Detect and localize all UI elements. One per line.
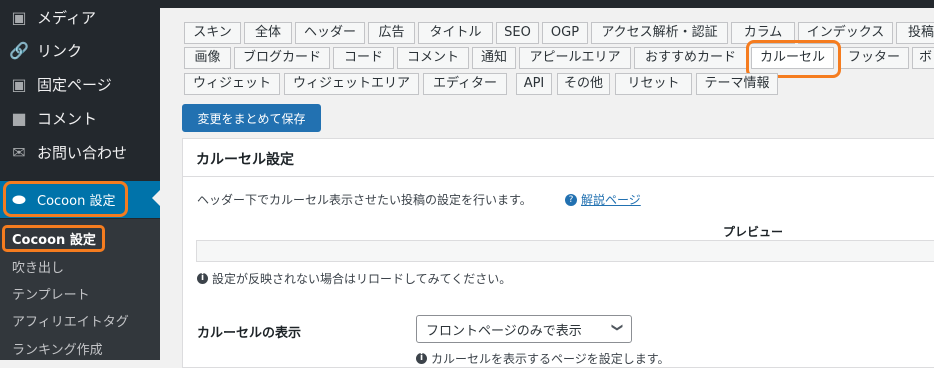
admin-sidebar: ▣ メディア 🔗 リンク ▣ 固定ページ ■ コメント ✉ お問い合わせ ⬬ C… [0,0,160,360]
tab-other[interactable]: その他 [557,73,610,95]
tab-widget-area[interactable]: ウィジェットエリア [284,73,419,95]
tab-reset[interactable]: リセット [615,73,692,95]
menu-cocoon-settings[interactable]: ⬬ Cocoon 設定 [0,181,160,218]
tab-code[interactable]: コード [333,47,394,69]
admin-top-strip [160,0,934,8]
tab-widget[interactable]: ウィジェット [184,73,280,95]
select-value: フロントページのみで表示 [426,323,582,339]
reload-note: i 設定が反映されない場合はリロードしてみてください。 [197,270,511,287]
tab-comment[interactable]: コメント [397,47,469,69]
tab-ads[interactable]: 広告 [368,22,415,44]
menu-label: コメント [37,109,98,128]
tab-skin[interactable]: スキン [184,22,241,44]
menu-contact[interactable]: ✉ お問い合わせ [0,135,160,169]
help-page-link[interactable]: ? 解説ページ [565,191,641,208]
tab-general[interactable]: 全体 [244,22,292,44]
tab-recommend-card[interactable]: おすすめカード [634,47,747,69]
tab-theme-info[interactable]: テーマ情報 [696,73,778,95]
menu-label: お問い合わせ [37,143,128,162]
tab-index[interactable]: インデックス [798,22,893,44]
submenu-cocoon-settings[interactable]: Cocoon 設定 [12,229,96,248]
tab-seo[interactable]: SEO [496,22,539,44]
menu-label: Cocoon 設定 [37,194,116,209]
tab-partial[interactable]: ボ [912,47,934,69]
tab-analytics[interactable]: アクセス解析・認証 [591,22,728,44]
tab-appeal-area[interactable]: アピールエリア [519,47,631,69]
menu-comments[interactable]: ■ コメント [0,101,160,135]
tab-blogcard[interactable]: ブログカード [234,47,330,69]
tab-carousel[interactable]: カルーセル [751,47,834,69]
tab-api[interactable]: API [516,73,552,95]
tab-ogp[interactable]: OGP [542,22,588,44]
display-note: i カルーセルを表示するページを設定します。 [416,350,670,367]
help-link-label: 解説ページ [581,193,641,207]
panel-title: カルーセル設定 [196,152,294,168]
cocoon-submenu: Cocoon 設定 吹き出し テンプレート アフィリエイトタグ ランキング作成 [0,219,160,360]
menu-label: 固定ページ [37,75,112,94]
question-circle-icon: ? [565,193,577,206]
info-icon: i [197,273,208,284]
mail-icon: ✉ [12,142,26,162]
display-note-text: カルーセルを表示するページを設定します。 [431,352,670,366]
carousel-display-select[interactable]: フロントページのみで表示 ❯ [416,315,632,343]
preview-label: プレビュー [723,225,784,239]
menu-label: リンク [37,41,83,60]
tab-header[interactable]: ヘッダー [295,22,365,44]
tab-column[interactable]: カラム [731,22,795,44]
save-all-button[interactable]: 変更をまとめて保存 [182,104,321,132]
preview-box [196,240,934,262]
reload-note-text: 設定が反映されない場合はリロードしてみてください。 [212,272,512,286]
tab-title[interactable]: タイトル [418,22,493,44]
tab-post[interactable]: 投稿 [896,22,934,44]
carousel-display-label: カルーセルの表示 [197,326,302,341]
submenu-affiliate-tag[interactable]: アフィリエイトタグ [12,311,129,330]
submenu-template[interactable]: テンプレート [12,284,90,303]
info-icon: i [416,353,427,364]
link-icon: 🔗 [9,40,29,60]
carousel-settings-panel: カルーセル設定 ヘッダー下でカルーセル表示させたい投稿の設定を行います。 ? 解… [182,138,934,368]
menu-pages[interactable]: ▣ 固定ページ [0,67,160,101]
menu-label: メディア [37,8,96,27]
comment-icon: ■ [11,108,27,128]
panel-description: ヘッダー下でカルーセル表示させたい投稿の設定を行います。 [197,193,532,207]
submenu-ranking[interactable]: ランキング作成 [12,339,103,358]
tab-image[interactable]: 画像 [184,47,231,69]
tab-editor[interactable]: エディター [423,73,507,95]
chevron-down-icon: ❯ [610,322,624,333]
menu-links[interactable]: 🔗 リンク [0,33,160,67]
cocoon-icon: ⬬ [12,189,26,209]
current-arrow-icon [152,190,160,206]
menu-media[interactable]: ▣ メディア [0,0,160,34]
tab-footer[interactable]: フッター [839,47,909,69]
media-icon: ▣ [11,7,27,27]
panel-header: カルーセル設定 [183,139,934,177]
tab-notice[interactable]: 通知 [472,47,516,69]
submenu-speech-bubble[interactable]: 吹き出し [12,257,64,276]
page-icon: ▣ [11,74,27,94]
